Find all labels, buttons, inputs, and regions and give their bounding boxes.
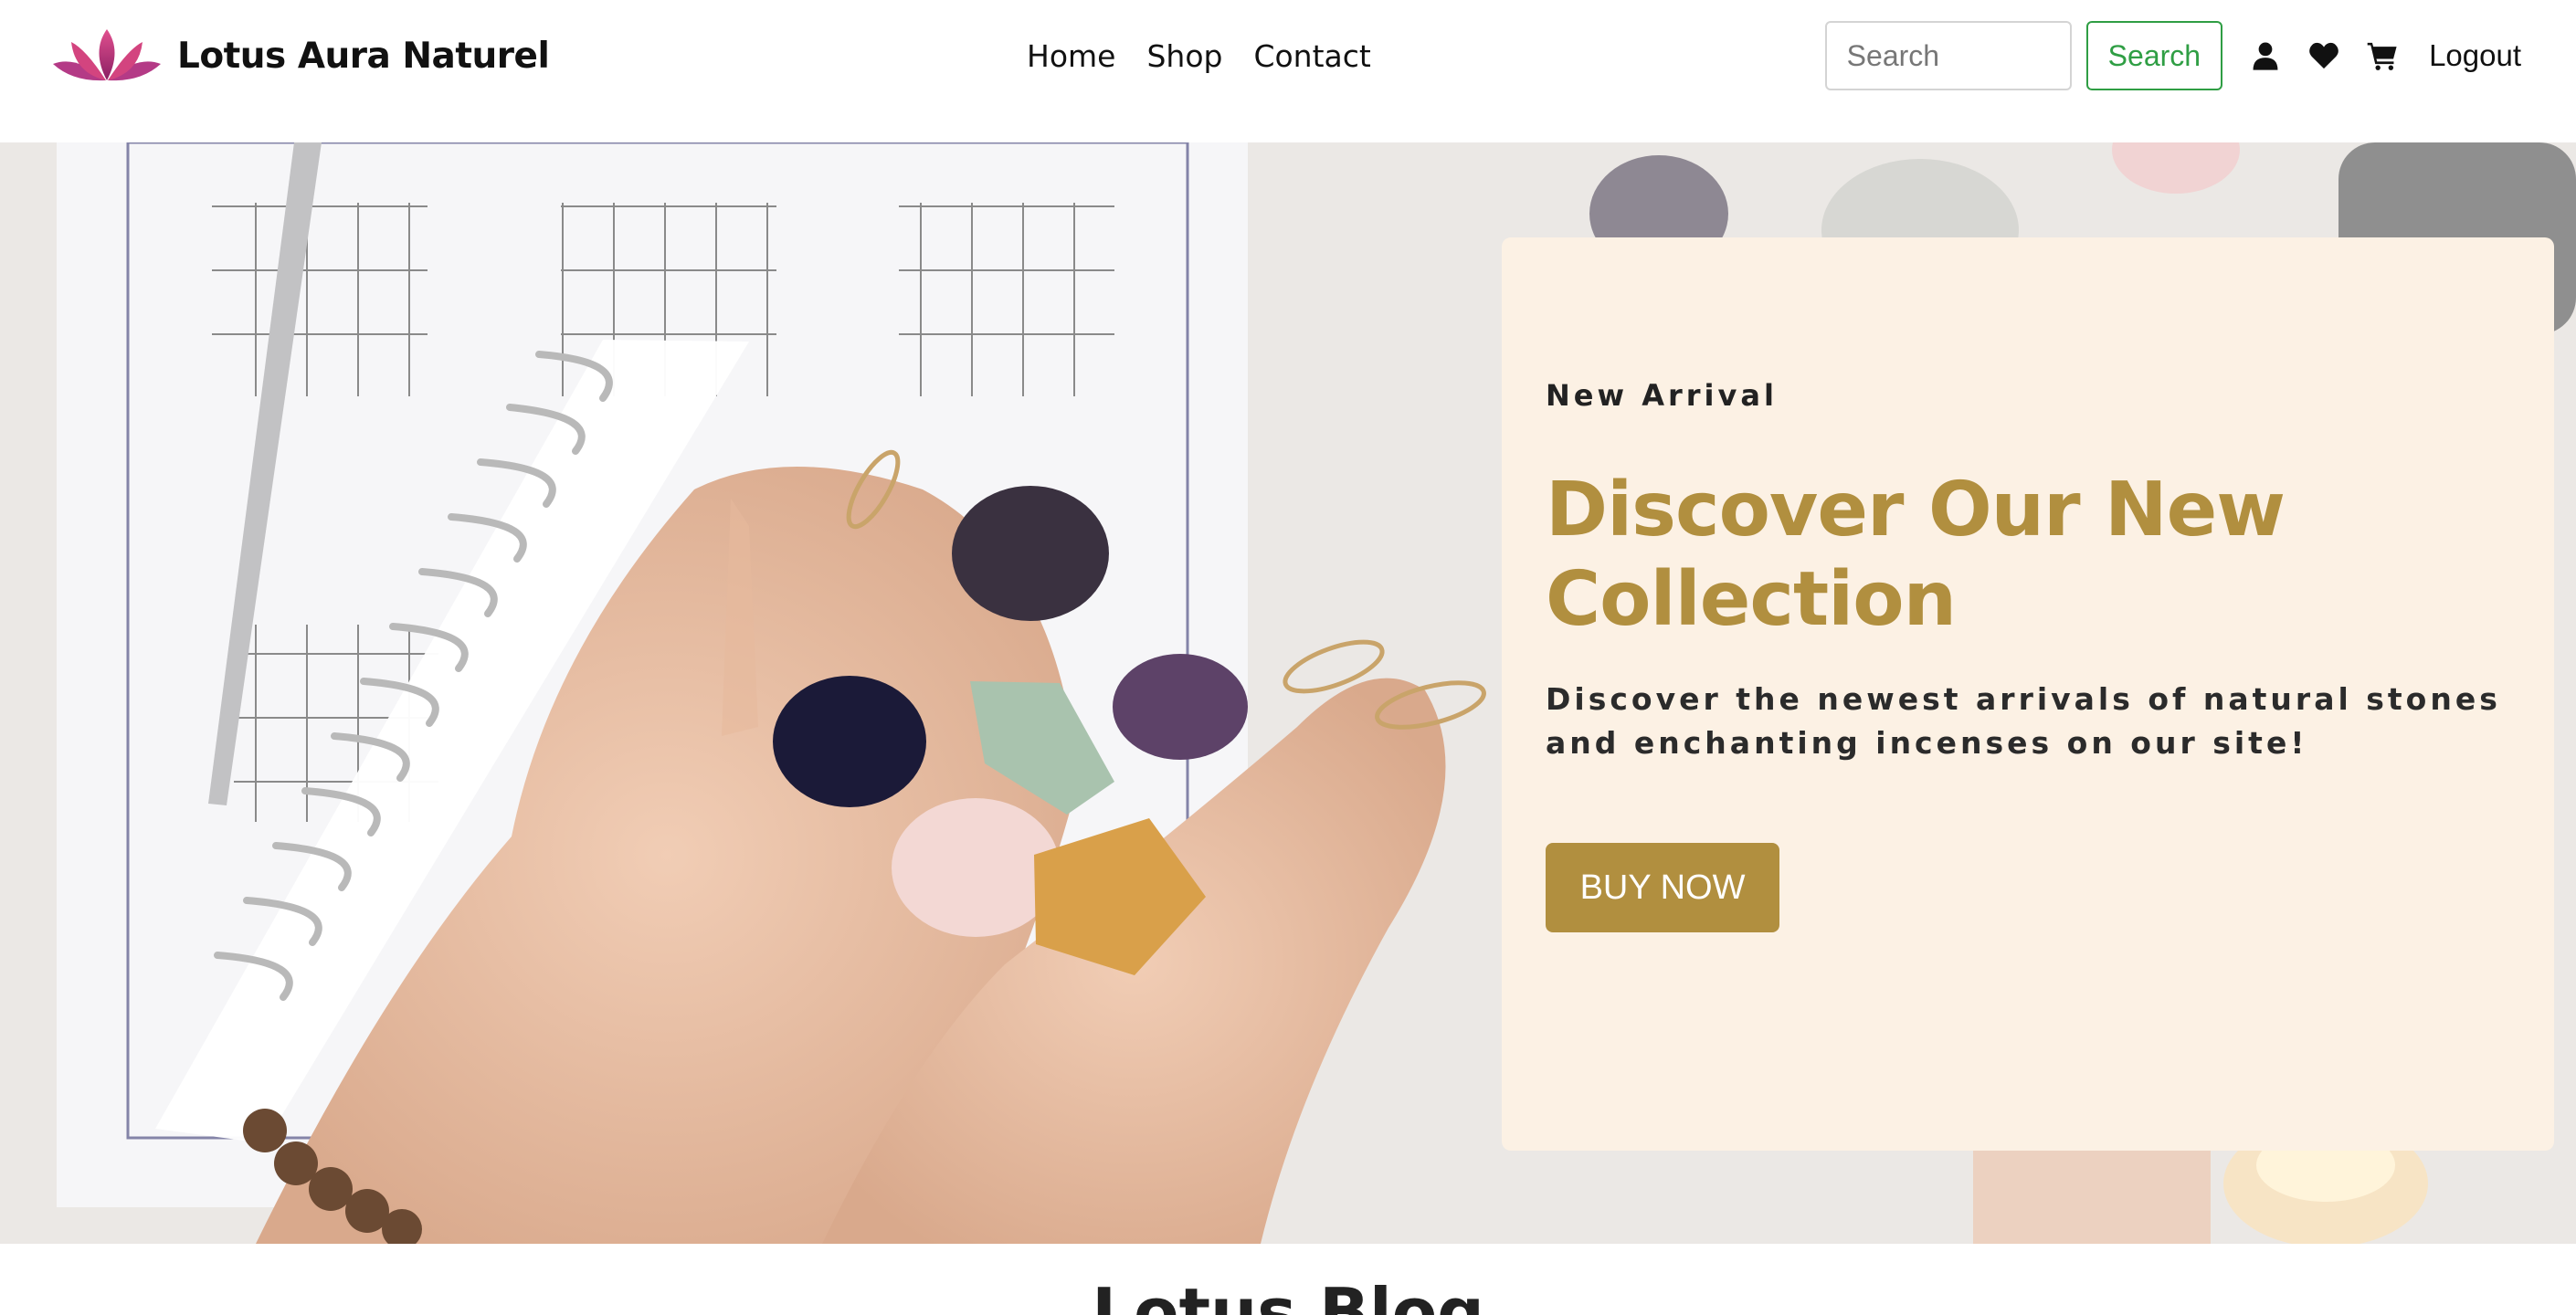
page: Lotus Aura Naturel Home Shop Contact Sea…: [0, 0, 2576, 1315]
nav-link-shop[interactable]: Shop: [1146, 38, 1222, 74]
nav-actions: Search Logout: [1824, 20, 2521, 91]
promo-eyebrow: New Arrival: [1546, 378, 1778, 413]
hero-banner: New Arrival Discover Our New Collection …: [0, 142, 2576, 1244]
blog-section-title: Lotus Blog: [1092, 1274, 1484, 1315]
navbar: Lotus Aura Naturel Home Shop Contact Sea…: [0, 0, 2576, 142]
promo-title: Discover Our New Collection: [1546, 467, 2286, 643]
search-input[interactable]: [1824, 21, 2072, 90]
user-icon[interactable]: [2250, 40, 2281, 71]
promo-description: Discover the newest arrivals of natural …: [1546, 681, 2501, 761]
logout-link[interactable]: Logout: [2429, 38, 2521, 73]
nav-link-home[interactable]: Home: [1027, 38, 1115, 74]
nav-link-contact[interactable]: Contact: [1253, 38, 1370, 74]
brand-link[interactable]: Lotus Aura Naturel: [49, 26, 550, 86]
lotus-logo-icon: [53, 29, 161, 81]
main-nav: Home Shop Contact: [1027, 27, 1371, 84]
brand-name: Lotus Aura Naturel: [177, 35, 550, 77]
cart-icon[interactable]: [2367, 40, 2398, 71]
search-button[interactable]: Search: [2085, 21, 2223, 90]
promo-card: New Arrival Discover Our New Collection …: [1502, 237, 2554, 1151]
buy-now-button[interactable]: BUY NOW: [1546, 843, 1779, 932]
heart-icon[interactable]: [2308, 40, 2339, 71]
